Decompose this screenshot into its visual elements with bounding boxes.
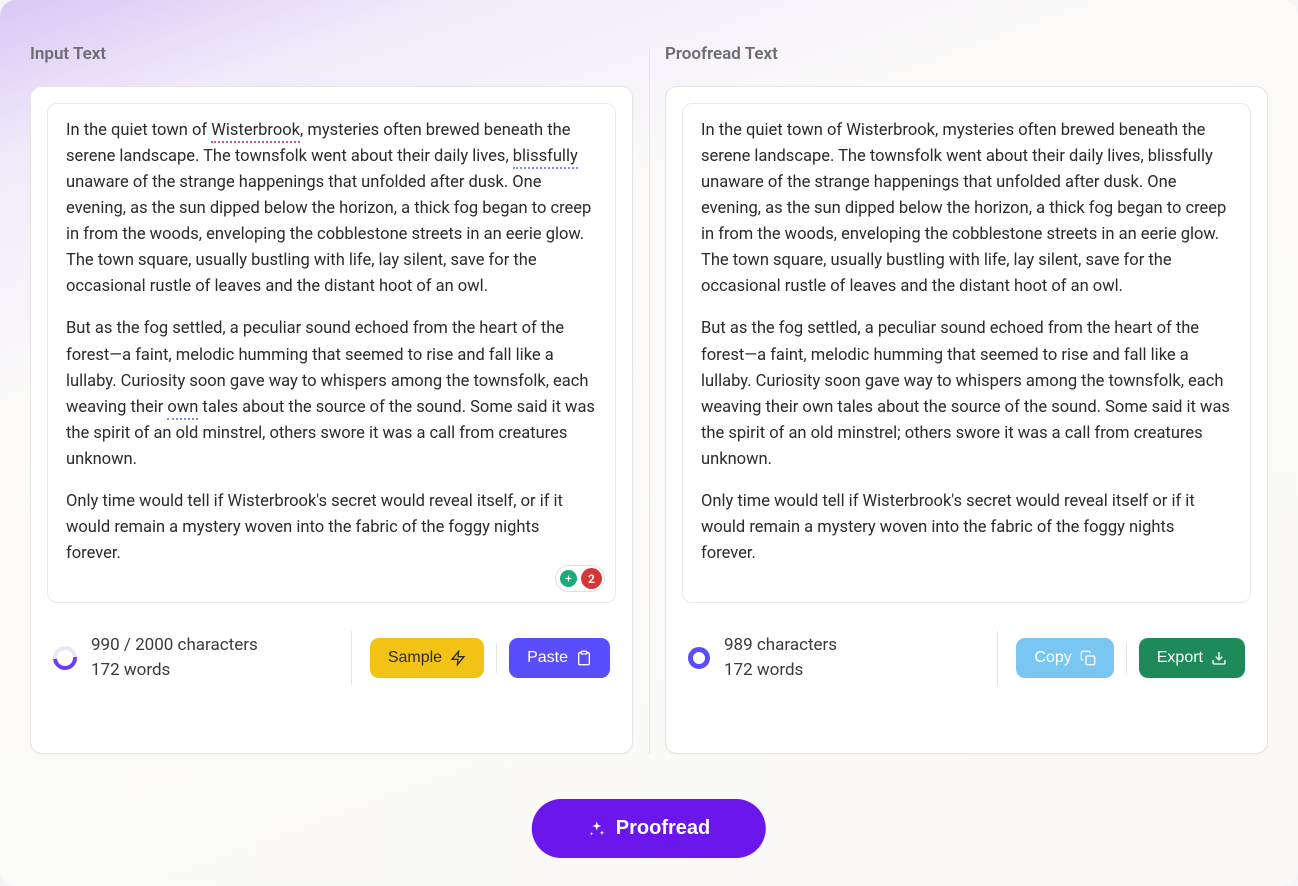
copy-button[interactable]: Copy xyxy=(1016,638,1113,678)
input-panel: Input Text In the quiet town of Wisterbr… xyxy=(30,44,633,754)
status-ring-icon xyxy=(688,647,710,669)
output-stats: 989 characters 172 words xyxy=(688,633,979,684)
input-word-count: 172 words xyxy=(91,658,258,684)
output-char-count: 989 characters xyxy=(724,633,837,659)
input-char-count: 990 / 2000 characters xyxy=(91,633,258,659)
input-title: Input Text xyxy=(30,44,633,64)
panel-divider xyxy=(649,48,650,754)
clipboard-icon xyxy=(576,650,592,666)
sparkle-icon xyxy=(588,820,606,838)
output-card: In the quiet town of Wisterbrook, myster… xyxy=(665,86,1268,754)
footer-divider xyxy=(351,631,352,685)
grammar-mark-blissfully[interactable]: blissfully xyxy=(513,147,578,169)
input-footer: 990 / 2000 characters 172 words Sample P… xyxy=(31,619,632,709)
output-title: Proofread Text xyxy=(665,44,1268,64)
footer-divider xyxy=(997,631,998,685)
grammar-mark-own[interactable]: own xyxy=(167,398,198,420)
lightning-icon xyxy=(450,650,466,666)
output-paragraph-3: Only time would tell if Wisterbrook's se… xyxy=(701,489,1232,567)
issue-badges[interactable]: 2 xyxy=(555,565,605,592)
spell-error-wisterbrook[interactable]: Wisterbrook xyxy=(211,121,300,143)
error-count-badge: 2 xyxy=(581,568,602,589)
sample-button[interactable]: Sample xyxy=(370,638,484,678)
output-panel: Proofread Text In the quiet town of Wist… xyxy=(665,44,1268,754)
proofread-button[interactable]: Proofread xyxy=(532,799,766,858)
input-card: In the quiet town of Wisterbrook, myster… xyxy=(30,86,633,754)
output-paragraph-2: But as the fog settled, a peculiar sound… xyxy=(701,316,1232,472)
output-footer: 989 characters 172 words Copy Export xyxy=(666,619,1267,709)
input-paragraph-2: But as the fog settled, a peculiar sound… xyxy=(66,316,597,472)
input-text-area[interactable]: In the quiet town of Wisterbrook, myster… xyxy=(47,103,616,603)
output-paragraph-1: In the quiet town of Wisterbrook, myster… xyxy=(701,118,1232,300)
input-paragraph-3: Only time would tell if Wisterbrook's se… xyxy=(66,489,597,567)
button-divider xyxy=(1126,643,1127,673)
paste-button[interactable]: Paste xyxy=(509,638,610,678)
download-icon xyxy=(1211,650,1227,666)
input-paragraph-1: In the quiet town of Wisterbrook, myster… xyxy=(66,118,597,300)
output-text-area[interactable]: In the quiet town of Wisterbrook, myster… xyxy=(682,103,1251,603)
copy-icon xyxy=(1080,650,1096,666)
suggestion-icon xyxy=(558,568,579,589)
app-container: Input Text In the quiet town of Wisterbr… xyxy=(0,0,1298,886)
input-stats: 990 / 2000 characters 172 words xyxy=(53,633,333,684)
export-button[interactable]: Export xyxy=(1139,638,1245,678)
progress-spinner-icon xyxy=(48,641,82,675)
input-text-content: In the quiet town of Wisterbrook, myster… xyxy=(66,118,597,567)
output-word-count: 172 words xyxy=(724,658,837,684)
button-divider xyxy=(496,643,497,673)
output-text-content: In the quiet town of Wisterbrook, myster… xyxy=(701,118,1232,567)
